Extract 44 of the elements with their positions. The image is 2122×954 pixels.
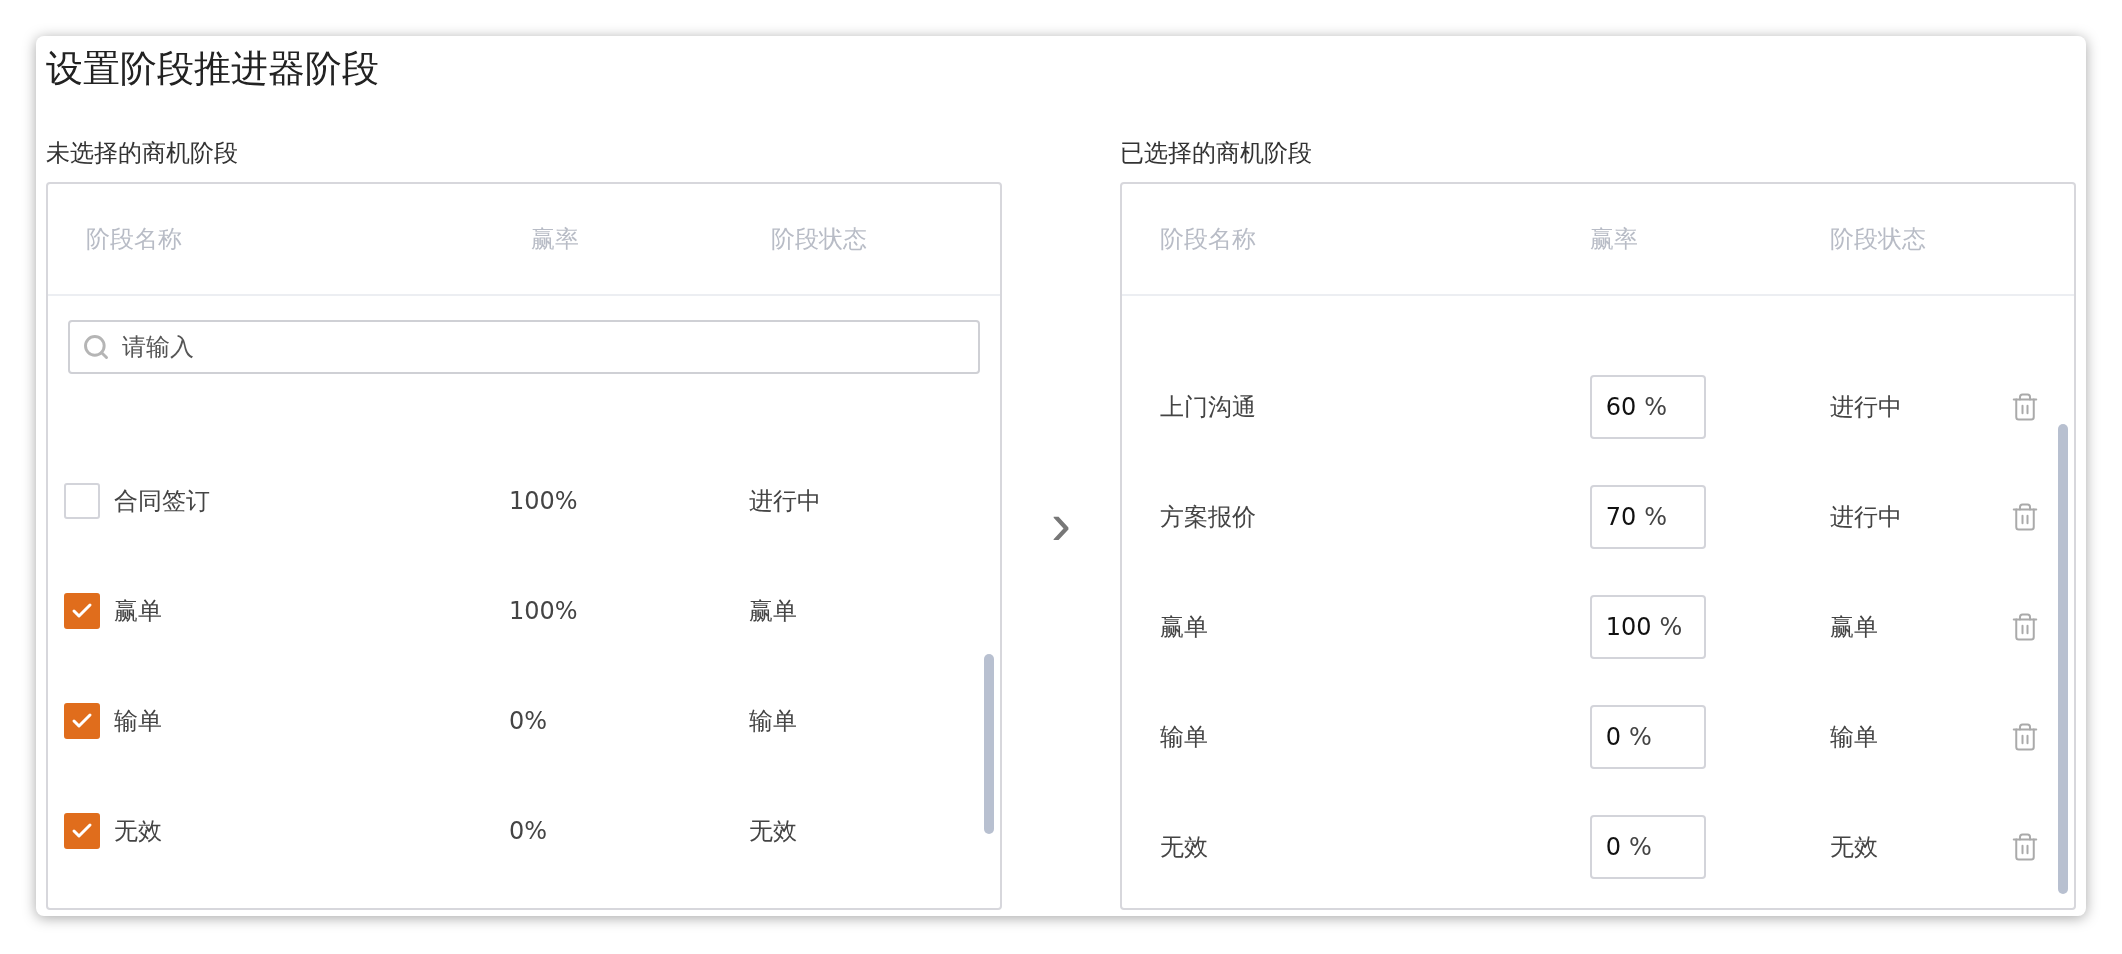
stage-name: 上门沟通 (1159, 392, 1257, 423)
stage-name: 合同签订 (114, 486, 210, 517)
stage-name: 赢单 (1159, 612, 1209, 643)
win-rate: 0% (509, 707, 549, 735)
column-header: 阶段状态 (1829, 224, 1926, 255)
scrollbar-thumb[interactable] (984, 654, 995, 834)
stage-name: 赢单 (114, 596, 162, 627)
column-header: 阶段名称 (1159, 224, 1256, 255)
checkbox[interactable] (64, 813, 100, 849)
stage-status: 无效 (749, 816, 798, 847)
stage-status: 进行中 (1829, 392, 1903, 423)
stage-status: 赢单 (749, 596, 798, 627)
win-rate-input[interactable]: 70 % (1589, 485, 1706, 549)
column-header: 阶段名称 (86, 224, 182, 255)
panel-title: 未选择的商机阶段 (46, 138, 239, 168)
stage-status: 无效 (1829, 832, 1879, 863)
win-rate: 0% (509, 817, 549, 845)
column-header: 赢率 (1589, 224, 1638, 255)
stage-name: 输单 (1159, 722, 1209, 753)
stage-name: 无效 (114, 816, 162, 847)
win-rate: 100% (509, 487, 579, 515)
stage-status: 输单 (1829, 722, 1879, 753)
win-rate-input[interactable]: 60 % (1589, 375, 1706, 439)
panel-title: 已选择的商机阶段 (1119, 138, 1313, 168)
checkbox[interactable] (64, 593, 100, 629)
stage-name: 无效 (1159, 832, 1209, 863)
stage-name: 方案报价 (1159, 502, 1257, 533)
stage-status: 赢单 (1829, 612, 1879, 643)
scrollbar-thumb[interactable] (2058, 424, 2068, 894)
stage-status: 进行中 (749, 486, 822, 517)
win-rate-input[interactable]: 100 % (1589, 595, 1706, 659)
move-right-button[interactable]: › (1045, 494, 1077, 554)
stage-status: 输单 (749, 706, 798, 737)
win-rate: 100% (509, 597, 579, 625)
stage-status: 进行中 (1829, 502, 1903, 533)
win-rate-input[interactable]: 0 % (1589, 815, 1706, 879)
stage-name: 输单 (114, 706, 162, 737)
search-icon (82, 333, 110, 361)
checkbox[interactable] (64, 703, 100, 739)
dialog-title: 设置阶段推进器阶段 (46, 46, 380, 92)
column-header: 阶段状态 (771, 224, 867, 255)
win-rate-input[interactable]: 0 % (1589, 705, 1706, 769)
column-header: 赢率 (531, 224, 579, 255)
search-field[interactable]: 请输入 (68, 320, 981, 374)
